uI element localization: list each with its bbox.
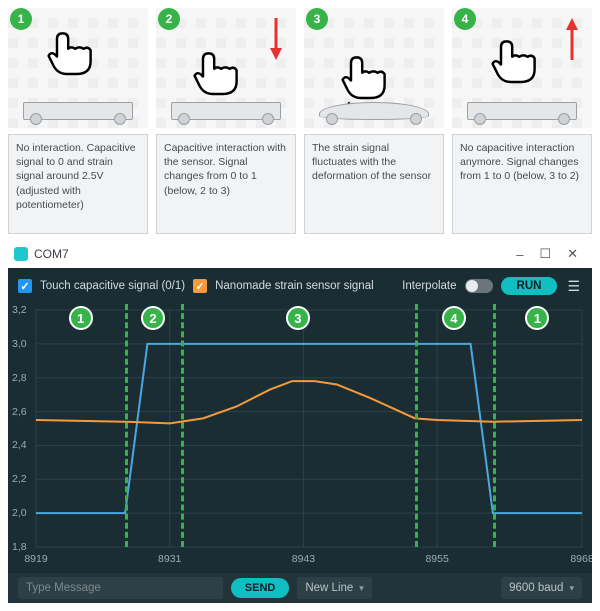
step-number-badge: 3	[306, 8, 328, 30]
baud-value: 9600 baud	[509, 582, 563, 594]
pointing-hand-icon	[480, 26, 550, 96]
chevron-down-icon: ▾	[569, 583, 574, 594]
chevron-down-icon: ▾	[359, 583, 364, 594]
run-button[interactable]: RUN	[501, 277, 558, 295]
plot-area: ✓ Touch capacitive signal (0/1) ✓ Nanoma…	[8, 268, 592, 573]
region-badge: 1	[69, 306, 93, 330]
strain-checkbox[interactable]: ✓	[193, 279, 207, 293]
baud-select[interactable]: 9600 baud ▾	[501, 577, 582, 599]
region-badge: 2	[141, 306, 165, 330]
serial-plotter-window: COM7 – ☐ ✕ ✓ Touch capacitive signal (0/…	[8, 240, 592, 603]
titlebar: COM7 – ☐ ✕	[8, 240, 592, 268]
region-badge: 1	[525, 306, 549, 330]
step-panel: 1 No interaction. Capacitive signal to 0…	[8, 8, 148, 234]
strain-legend: Nanomade strain sensor signal	[215, 280, 374, 292]
step-number-badge: 4	[454, 8, 476, 30]
line-ending-value: New Line	[305, 582, 353, 594]
region-divider	[493, 304, 496, 547]
close-button[interactable]: ✕	[559, 246, 586, 262]
step-panel: 2 Capacitive interaction with the sensor…	[156, 8, 296, 234]
arrow-down-icon	[268, 16, 284, 62]
chart-canvas: 1 2 3 4 1 1,8 2,0 2,2 2,4 2,6 2,8 3,0 3,2 8919 8931 894…	[8, 304, 592, 573]
y-tick-label: 2,4	[12, 439, 27, 451]
send-button[interactable]: SEND	[231, 578, 290, 598]
steps-row: 1 No interaction. Capacitive signal to 0…	[0, 0, 600, 240]
step-caption: No capacitive interaction anymore. Signa…	[452, 134, 592, 234]
y-tick-label: 2,6	[12, 406, 27, 418]
interpolate-label: Interpolate	[402, 280, 456, 292]
settings-icon[interactable]: ☰	[565, 278, 582, 295]
app-icon	[14, 247, 28, 261]
x-tick-label: 8968	[570, 553, 592, 565]
y-tick-label: 1,8	[12, 541, 27, 553]
interpolate-toggle[interactable]	[465, 279, 493, 293]
pointing-hand-icon	[182, 38, 252, 108]
y-tick-label: 3,0	[12, 338, 27, 350]
region-divider	[415, 304, 418, 547]
series-line	[36, 344, 582, 513]
pointing-hand-icon	[36, 18, 106, 88]
line-ending-select[interactable]: New Line ▾	[297, 577, 371, 599]
region-badge: 4	[442, 306, 466, 330]
x-tick-label: 8919	[24, 553, 47, 565]
sensor-base-icon	[467, 102, 577, 120]
y-tick-label: 2,8	[12, 372, 27, 384]
step-number-badge: 2	[158, 8, 180, 30]
step-caption: The strain signal fluctuates with the de…	[304, 134, 444, 234]
step-panel: 4 No capacitive interaction anymore. Sig…	[452, 8, 592, 234]
legend-bar: ✓ Touch capacitive signal (0/1) ✓ Nanoma…	[8, 268, 592, 304]
maximize-button[interactable]: ☐	[531, 246, 559, 262]
capacitive-checkbox[interactable]: ✓	[18, 279, 32, 293]
step-panel: 3 The strain signal fluctuates with the …	[304, 8, 444, 234]
region-divider	[181, 304, 184, 547]
minimize-button[interactable]: –	[508, 247, 531, 262]
region-badge: 3	[286, 306, 310, 330]
step-caption: Capacitive interaction with the sensor. …	[156, 134, 296, 234]
sensor-base-icon	[171, 102, 281, 120]
window-title: COM7	[34, 247, 69, 261]
arrow-up-icon	[564, 16, 580, 62]
x-tick-label: 8931	[158, 553, 181, 565]
y-tick-label: 2,0	[12, 507, 27, 519]
step-caption: No interaction. Capacitive signal to 0 a…	[8, 134, 148, 234]
y-tick-label: 3,2	[12, 304, 27, 316]
x-tick-label: 8955	[425, 553, 448, 565]
step-number-badge: 1	[10, 8, 32, 30]
region-divider	[125, 304, 128, 547]
capacitive-legend: Touch capacitive signal (0/1)	[40, 280, 185, 292]
sensor-base-icon	[23, 102, 133, 120]
footer-bar: SEND New Line ▾ 9600 baud ▾	[8, 573, 592, 603]
series-line	[36, 381, 582, 423]
x-tick-label: 8943	[292, 553, 315, 565]
y-tick-label: 2,2	[12, 473, 27, 485]
sensor-base-icon	[319, 102, 429, 120]
message-input[interactable]	[18, 577, 223, 599]
